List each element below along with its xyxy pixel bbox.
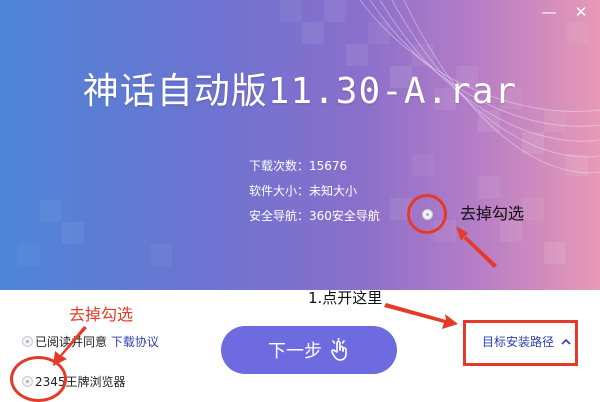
next-button[interactable]: 下一步	[221, 326, 397, 374]
minimize-button[interactable]: —	[538, 2, 560, 22]
safety-label: 安全导航：	[249, 209, 310, 223]
pointer-hand-icon	[331, 338, 347, 361]
info-size: 软件大小：未知大小	[249, 182, 357, 199]
agree-text: 已阅读并同意	[35, 335, 108, 349]
download-banner: — ✕ 神话自动版11.30-A.rar 下载次数：15676 软件大小：未知大…	[0, 0, 600, 290]
downloads-label: 下载次数：	[249, 159, 310, 173]
arrow-to-target-path	[384, 303, 458, 329]
mosaic-background	[18, 0, 600, 266]
annotation-circle-right	[407, 194, 447, 234]
size-label: 软件大小：	[249, 184, 310, 198]
annotation-uncheck-left: 去掉勾选	[69, 305, 134, 324]
file-title: 神话自动版11.30-A.rar	[82, 71, 518, 112]
annotation-circle-left	[10, 356, 67, 402]
agree-checkbox[interactable]	[22, 336, 33, 347]
safety-value: 360安全导航	[309, 209, 380, 223]
next-button-label: 下一步	[268, 341, 322, 362]
agreement-link[interactable]: 下载协议	[111, 335, 159, 349]
info-safety: 安全导航：360安全导航	[249, 207, 380, 224]
annotation-uncheck-right: 去掉勾选	[460, 204, 525, 223]
size-value: 未知大小	[309, 184, 358, 198]
close-button[interactable]: ✕	[570, 2, 592, 22]
agree-option: 已阅读并同意 下载协议	[35, 333, 159, 350]
target-path-toggle[interactable]: 目标安装路径	[482, 333, 571, 350]
info-downloads: 下载次数：15676	[249, 157, 347, 174]
chevron-up-icon	[561, 338, 571, 345]
downloads-value: 15676	[309, 159, 348, 173]
target-path-label: 目标安装路径	[482, 335, 555, 349]
annotation-open-here: 1.点开这里	[308, 289, 383, 307]
